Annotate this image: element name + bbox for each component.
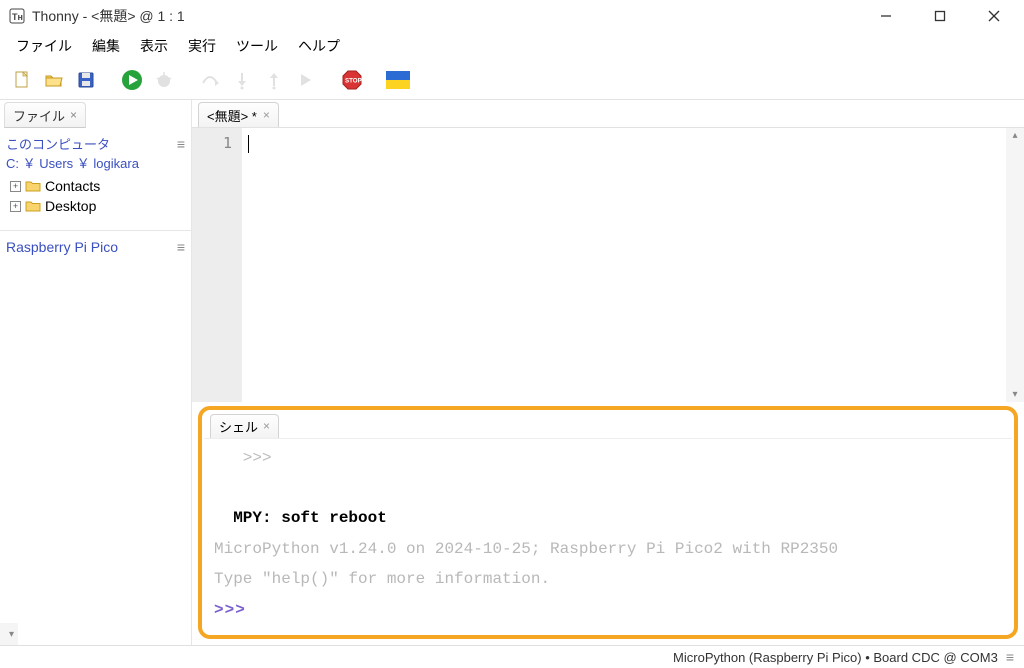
tree-item[interactable]: + Desktop bbox=[0, 196, 191, 216]
panel-menu-icon[interactable]: ≡ bbox=[177, 136, 185, 152]
menu-edit[interactable]: 編集 bbox=[82, 32, 130, 60]
step-out-button[interactable] bbox=[262, 68, 286, 92]
shell-tab-label: シェル bbox=[219, 417, 258, 436]
tree-item-label: Desktop bbox=[45, 198, 96, 214]
run-button[interactable] bbox=[120, 68, 144, 92]
step-over-button[interactable] bbox=[198, 68, 222, 92]
menu-file[interactable]: ファイル bbox=[6, 32, 82, 60]
app-icon: Tʜ bbox=[8, 7, 26, 25]
menu-view[interactable]: 表示 bbox=[130, 32, 178, 60]
shell-line: MicroPython v1.24.0 on 2024-10-25; Raspb… bbox=[214, 540, 838, 558]
menu-run[interactable]: 実行 bbox=[178, 32, 226, 60]
pico-files-panel: Raspberry Pi Pico ≡ bbox=[0, 230, 191, 263]
scroll-down-icon[interactable]: ▾ bbox=[1012, 389, 1017, 400]
shell-tab[interactable]: シェル × bbox=[210, 414, 279, 438]
close-icon[interactable]: × bbox=[70, 108, 77, 122]
close-icon[interactable]: × bbox=[263, 419, 270, 433]
code-area[interactable] bbox=[242, 128, 1006, 402]
ukraine-flag-icon[interactable] bbox=[386, 68, 410, 92]
scroll-down-icon[interactable]: ▾ bbox=[9, 629, 14, 640]
menubar: ファイル 編集 表示 実行 ツール ヘルプ bbox=[0, 32, 1024, 60]
pico-label[interactable]: Raspberry Pi Pico bbox=[6, 239, 118, 255]
files-panel-label: ファイル bbox=[13, 106, 65, 125]
statusbar: MicroPython (Raspberry Pi Pico) • Board … bbox=[0, 645, 1024, 668]
line-number: 1 bbox=[192, 134, 232, 152]
svg-text:STOP: STOP bbox=[345, 77, 362, 84]
files-panel: このコンピュータ ≡ C: ￥ Users ￥ logikara + Conta… bbox=[0, 128, 191, 216]
svg-text:Tʜ: Tʜ bbox=[12, 12, 23, 22]
window-title: Thonny - <無題> @ 1 : 1 bbox=[32, 6, 185, 26]
sidebar: ファイル × このコンピュータ ≡ C: ￥ Users ￥ logikara … bbox=[0, 100, 192, 645]
minimize-button[interactable] bbox=[872, 4, 900, 28]
scroll-up-icon[interactable]: ▴ bbox=[1012, 130, 1017, 141]
editor-tab[interactable]: <無題> * × bbox=[198, 102, 279, 127]
tree-item-label: Contacts bbox=[45, 178, 100, 194]
expand-icon[interactable]: + bbox=[10, 181, 21, 192]
maximize-button[interactable] bbox=[926, 4, 954, 28]
folder-icon bbox=[25, 179, 41, 193]
files-panel-tab[interactable]: ファイル × bbox=[4, 102, 86, 128]
shell-line: Type "help()" for more information. bbox=[214, 570, 550, 588]
shell-panel: シェル × >>> MPY: soft reboot MicroPython v… bbox=[204, 412, 1012, 633]
menu-tools[interactable]: ツール bbox=[226, 32, 288, 60]
shell-output[interactable]: >>> MPY: soft reboot MicroPython v1.24.0… bbox=[204, 439, 1012, 633]
editor-tabbar: <無題> * × bbox=[192, 100, 1024, 128]
close-button[interactable] bbox=[980, 4, 1008, 28]
editor-tab-label: <無題> * bbox=[207, 106, 257, 125]
expand-icon[interactable]: + bbox=[10, 201, 21, 212]
text-cursor bbox=[248, 135, 249, 153]
stop-button[interactable]: STOP bbox=[340, 68, 364, 92]
folder-icon bbox=[25, 199, 41, 213]
editor-scrollbar[interactable]: ▴ ▾ bbox=[1006, 128, 1024, 402]
step-into-button[interactable] bbox=[230, 68, 254, 92]
statusbar-menu-icon[interactable]: ≡ bbox=[1006, 649, 1014, 665]
interpreter-status[interactable]: MicroPython (Raspberry Pi Pico) • Board … bbox=[673, 650, 998, 665]
shell-line: MPY: soft reboot bbox=[214, 509, 387, 527]
line-gutter: 1 bbox=[192, 128, 242, 402]
close-icon[interactable]: × bbox=[263, 108, 270, 122]
toolbar: STOP bbox=[0, 60, 1024, 100]
new-file-button[interactable] bbox=[10, 68, 34, 92]
debug-button[interactable] bbox=[152, 68, 176, 92]
shell-prompt[interactable]: >>> bbox=[214, 601, 256, 619]
tree-item[interactable]: + Contacts bbox=[0, 176, 191, 196]
resume-button[interactable] bbox=[294, 68, 318, 92]
code-editor[interactable]: 1 ▴ ▾ bbox=[192, 128, 1024, 402]
computer-path[interactable]: C: ￥ Users ￥ logikara bbox=[0, 153, 191, 176]
panel-menu-icon[interactable]: ≡ bbox=[177, 239, 185, 255]
save-button[interactable] bbox=[74, 68, 98, 92]
titlebar: Tʜ Thonny - <無題> @ 1 : 1 bbox=[0, 0, 1024, 32]
open-file-button[interactable] bbox=[42, 68, 66, 92]
shell-panel-highlight: シェル × >>> MPY: soft reboot MicroPython v… bbox=[198, 406, 1018, 639]
shell-old-prompt: >>> bbox=[214, 449, 272, 467]
menu-help[interactable]: ヘルプ bbox=[288, 32, 350, 60]
computer-label[interactable]: このコンピュータ bbox=[6, 134, 110, 153]
editor-and-shell: <無題> * × 1 ▴ ▾ シェル × bbox=[192, 100, 1024, 645]
main-area: ファイル × このコンピュータ ≡ C: ￥ Users ￥ logikara … bbox=[0, 100, 1024, 645]
